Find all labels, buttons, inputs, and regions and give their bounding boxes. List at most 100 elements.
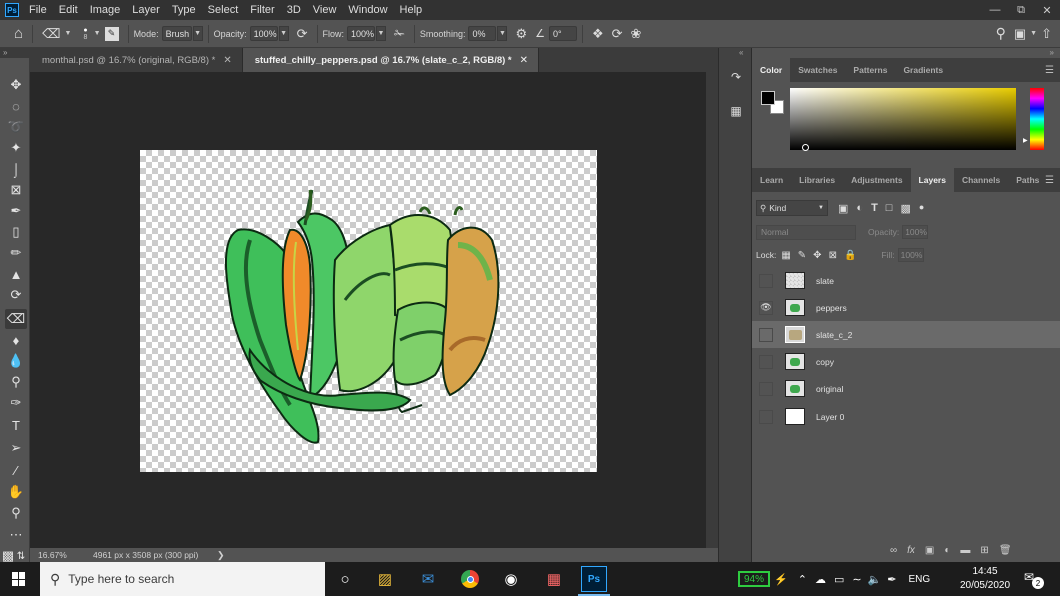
preset-dropdown-chevron-icon[interactable]: ▼ <box>64 30 71 37</box>
vertical-scrollbar[interactable] <box>706 72 718 548</box>
adjustment-filter-icon[interactable]: ◐ <box>856 202 863 215</box>
layer-row-peppers[interactable]: 👁 peppers <box>752 294 1060 321</box>
pixel-filter-icon[interactable]: ▣ <box>838 202 848 215</box>
visibility-toggle[interactable] <box>759 409 773 424</box>
tab-layers[interactable]: Layers <box>910 168 954 192</box>
flow-input[interactable]: 100% <box>347 26 376 41</box>
pen-ink-icon[interactable]: ✒ <box>887 573 896 586</box>
group-folder-icon[interactable]: ▬ <box>960 545 970 556</box>
menu-layer[interactable]: Layer <box>132 4 160 16</box>
layer-row-copy[interactable]: copy <box>752 348 1060 375</box>
zoom-tool-icon[interactable]: ⚲ <box>5 503 27 523</box>
notifications-icon[interactable]: ✉ 2 <box>1024 570 1044 589</box>
chevron-up-icon[interactable]: ⌃ <box>798 573 807 586</box>
opacity-chevron-icon[interactable]: ▼ <box>278 26 289 41</box>
collapse-toolbar-icon[interactable]: » <box>0 48 30 58</box>
menu-filter[interactable]: Filter <box>250 4 274 16</box>
canvas-area[interactable] <box>30 72 718 548</box>
battery-icon[interactable]: ▭ <box>834 573 844 586</box>
close-icon[interactable]: ✕ <box>520 55 528 66</box>
mode-select[interactable]: Brush <box>161 26 192 41</box>
menu-help[interactable]: Help <box>400 4 423 16</box>
lock-transparency-icon[interactable]: ▦ <box>781 250 790 261</box>
airbrush-icon[interactable]: ✁ <box>394 26 405 42</box>
language-indicator[interactable]: ENG <box>908 574 930 585</box>
type-filter-icon[interactable]: T <box>871 202 878 215</box>
layer-name[interactable]: peppers <box>816 303 847 313</box>
magic-wand-tool-icon[interactable]: ✦ <box>5 138 27 158</box>
photoshop-taskbar-icon[interactable]: Ps <box>581 566 607 592</box>
visibility-toggle[interactable] <box>759 327 773 342</box>
clock[interactable]: 14:45 20/05/2020 <box>955 565 1015 593</box>
visibility-toggle[interactable] <box>759 381 773 396</box>
status-menu-chevron-icon[interactable]: ❯ <box>217 550 225 561</box>
photoshop-logo-icon[interactable]: Ps <box>5 3 19 17</box>
collapse-panels-icon[interactable]: » <box>1050 48 1054 57</box>
menu-window[interactable]: Window <box>348 4 387 16</box>
path-selection-tool-icon[interactable]: ➢ <box>5 438 27 458</box>
menu-edit[interactable]: Edit <box>59 4 78 16</box>
history-panel-icon[interactable]: ↷ <box>727 68 745 86</box>
share-icon[interactable]: ⇧ <box>1041 26 1052 42</box>
windows-start-icon[interactable] <box>12 572 26 586</box>
hue-slider-handle-icon[interactable]: ▶ <box>1023 137 1028 144</box>
dodge-tool-icon[interactable]: ⚲ <box>5 372 27 392</box>
hand-tool-icon[interactable]: ✋ <box>5 482 27 502</box>
panel-menu-icon[interactable]: ☰ <box>1045 65 1054 76</box>
new-layer-icon[interactable]: ⊞ <box>980 545 988 556</box>
lasso-tool-icon[interactable]: ➰ <box>5 117 27 137</box>
more-tools-icon[interactable]: ⋯ <box>5 525 27 545</box>
menu-type[interactable]: Type <box>172 4 196 16</box>
eraser-preset-icon[interactable]: ⌫ <box>42 26 60 42</box>
layer-name[interactable]: copy <box>816 357 834 367</box>
blur-tool-icon[interactable]: 💧 <box>5 351 27 371</box>
mode-chevron-icon[interactable]: ▼ <box>192 26 203 41</box>
line-tool-icon[interactable]: ∕ <box>5 460 27 480</box>
chrome-icon[interactable] <box>457 566 483 592</box>
menu-file[interactable]: File <box>29 4 47 16</box>
adjustment-icon[interactable]: ◐ <box>944 545 950 556</box>
eyedropper-tool-icon[interactable]: ✒ <box>5 201 27 221</box>
smoothing-settings-gear-icon[interactable]: ⚙ <box>515 26 527 42</box>
menu-select[interactable]: Select <box>208 4 239 16</box>
workspace-chevron-icon[interactable]: ▼ <box>1030 30 1037 37</box>
wifi-icon[interactable]: ∼ <box>852 573 861 586</box>
webcam-app-icon[interactable]: ◉ <box>498 566 524 592</box>
tab-swatches[interactable]: Swatches <box>790 58 845 82</box>
tab-channels[interactable]: Channels <box>954 168 1008 192</box>
brush-settings-icon[interactable]: ✎ <box>104 26 119 41</box>
tab-gradients[interactable]: Gradients <box>895 58 951 82</box>
tab-learn[interactable]: Learn <box>752 168 791 192</box>
smart-object-filter-icon[interactable]: ▩ <box>900 202 910 215</box>
close-icon[interactable]: ✕ <box>1034 0 1060 20</box>
power-plug-icon[interactable]: ⚡ <box>774 573 788 586</box>
onedrive-cloud-icon[interactable]: ☁ <box>815 573 826 586</box>
foreground-color-swatch[interactable] <box>761 91 775 105</box>
lock-all-icon[interactable]: 🔒 <box>844 250 856 261</box>
kind-filter-select[interactable]: ⚲ Kind ▼ <box>756 200 828 216</box>
lock-position-icon[interactable]: ✥ <box>813 250 821 261</box>
battery-indicator[interactable]: 94% <box>738 571 771 587</box>
trash-icon[interactable]: 🗑 <box>999 545 1012 556</box>
menu-image[interactable]: Image <box>90 4 121 16</box>
crop-tool-icon[interactable]: ⌡ <box>5 159 27 179</box>
filter-toggle-icon[interactable]: ● <box>919 202 924 215</box>
blend-mode-select[interactable]: Normal <box>756 224 856 240</box>
healing-brush-tool-icon[interactable]: ▯ <box>5 222 27 242</box>
opacity-input[interactable]: 100% <box>249 26 278 41</box>
lock-artboard-icon[interactable]: ⊠ <box>829 250 837 261</box>
lock-image-pixels-icon[interactable]: ✎ <box>798 250 806 261</box>
eye-icon[interactable]: 👁 <box>759 300 773 315</box>
tab-libraries[interactable]: Libraries <box>791 168 843 192</box>
fill-input[interactable]: 100% <box>897 248 924 262</box>
shape-filter-icon[interactable]: □ <box>886 202 893 215</box>
layer-row-original[interactable]: original <box>752 375 1060 402</box>
layer-name[interactable]: slate_c_2 <box>816 330 852 340</box>
close-icon[interactable]: ✕ <box>223 55 231 66</box>
layer-row-slate[interactable]: slate <box>752 267 1060 294</box>
pressure-size-icon[interactable]: ⟳ <box>612 26 623 42</box>
home-icon[interactable]: ⌂ <box>14 25 23 42</box>
brush-size-picker[interactable]: ● 8 <box>83 27 87 41</box>
fx-icon[interactable]: fx <box>907 545 915 556</box>
expand-dock-icon[interactable]: « <box>739 48 743 57</box>
